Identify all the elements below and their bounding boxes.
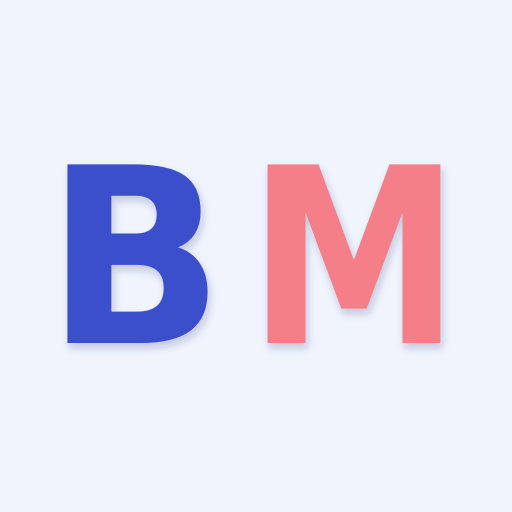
app-icon-canvas: B M — [0, 0, 512, 512]
logo-letter-b: B — [46, 116, 224, 401]
logo-letter-m: M — [248, 116, 460, 401]
bm-logo: B M — [46, 116, 460, 401]
